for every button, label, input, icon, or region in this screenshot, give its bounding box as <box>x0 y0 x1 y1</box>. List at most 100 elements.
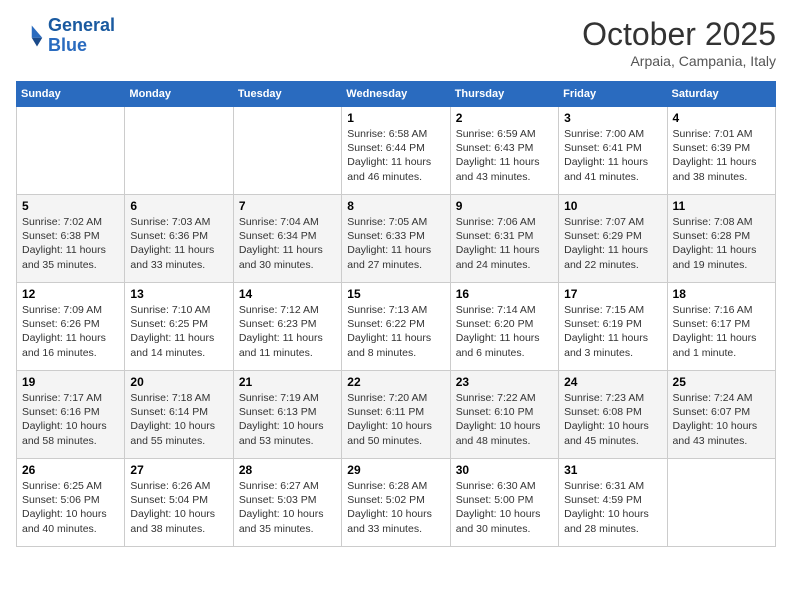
day-info: Sunrise: 7:03 AMSunset: 6:36 PMDaylight:… <box>130 215 227 272</box>
day-number: 22 <box>347 375 444 389</box>
day-info: Sunrise: 7:18 AMSunset: 6:14 PMDaylight:… <box>130 391 227 448</box>
calendar-cell: 17Sunrise: 7:15 AMSunset: 6:19 PMDayligh… <box>559 283 667 371</box>
week-row-3: 12Sunrise: 7:09 AMSunset: 6:26 PMDayligh… <box>17 283 776 371</box>
day-number: 8 <box>347 199 444 213</box>
day-number: 19 <box>22 375 119 389</box>
logo-text: General Blue <box>48 16 115 56</box>
day-number: 25 <box>673 375 770 389</box>
weekday-header-thursday: Thursday <box>450 82 558 107</box>
weekday-header-friday: Friday <box>559 82 667 107</box>
calendar-cell: 1Sunrise: 6:58 AMSunset: 6:44 PMDaylight… <box>342 107 450 195</box>
calendar-cell: 5 Sunrise: 7:02 AMSunset: 6:38 PMDaylight… <box>17 195 125 283</box>
calendar-cell: 4 Sunrise: 7:01 AMSunset: 6:39 PMDaylight… <box>667 107 775 195</box>
calendar-table: SundayMondayTuesdayWednesdayThursdayFrid… <box>16 81 776 547</box>
day-info: Sunrise: 7:17 AMSunset: 6:16 PMDaylight:… <box>22 391 119 448</box>
week-row-4: 19 Sunrise: 7:17 AMSunset: 6:16 PMDayligh… <box>17 371 776 459</box>
location-subtitle: Arpaia, Campania, Italy <box>582 53 776 69</box>
calendar-cell <box>125 107 233 195</box>
day-number: 7 <box>239 199 336 213</box>
week-row-5: 26Sunrise: 6:25 AMSunset: 5:06 PMDayligh… <box>17 459 776 547</box>
calendar-cell: 30 Sunrise: 6:30 AMSunset: 5:00 PMDayligh… <box>450 459 558 547</box>
calendar-cell: 24 Sunrise: 7:23 AMSunset: 6:08 PMDayligh… <box>559 371 667 459</box>
day-info: Sunrise: 6:25 AMSunset: 5:06 PMDaylight:… <box>22 479 119 536</box>
calendar-cell: 2 Sunrise: 6:59 AMSunset: 6:43 PMDaylight… <box>450 107 558 195</box>
day-number: 11 <box>673 199 770 213</box>
weekday-header-tuesday: Tuesday <box>233 82 341 107</box>
calendar-cell: 12Sunrise: 7:09 AMSunset: 6:26 PMDayligh… <box>17 283 125 371</box>
day-info: Sunrise: 7:20 AMSunset: 6:11 PMDaylight:… <box>347 391 444 448</box>
day-number: 10 <box>564 199 661 213</box>
day-number: 21 <box>239 375 336 389</box>
calendar-cell: 26Sunrise: 6:25 AMSunset: 5:06 PMDayligh… <box>17 459 125 547</box>
calendar-cell: 16Sunrise: 7:14 AMSunset: 6:20 PMDayligh… <box>450 283 558 371</box>
weekday-header-wednesday: Wednesday <box>342 82 450 107</box>
weekday-header-saturday: Saturday <box>667 82 775 107</box>
day-info: Sunrise: 7:10 AMSunset: 6:25 PMDaylight:… <box>130 303 227 360</box>
logo-line1: General <box>48 15 115 35</box>
day-info: Sunrise: 7:19 AMSunset: 6:13 PMDaylight:… <box>239 391 336 448</box>
day-info: Sunrise: 7:02 AMSunset: 6:38 PMDaylight:… <box>22 215 119 272</box>
day-info: Sunrise: 6:31 AMSunset: 4:59 PMDaylight:… <box>564 479 661 536</box>
day-info: Sunrise: 6:58 AMSunset: 6:44 PMDaylight:… <box>347 127 444 184</box>
calendar-cell <box>233 107 341 195</box>
calendar-cell: 3 Sunrise: 7:00 AMSunset: 6:41 PMDaylight… <box>559 107 667 195</box>
calendar-cell: 11 Sunrise: 7:08 AMSunset: 6:28 PMDayligh… <box>667 195 775 283</box>
day-number: 23 <box>456 375 553 389</box>
day-info: Sunrise: 7:07 AMSunset: 6:29 PMDaylight:… <box>564 215 661 272</box>
day-number: 28 <box>239 463 336 477</box>
calendar-cell: 7 Sunrise: 7:04 AMSunset: 6:34 PMDaylight… <box>233 195 341 283</box>
day-info: Sunrise: 6:26 AMSunset: 5:04 PMDaylight:… <box>130 479 227 536</box>
weekday-header-row: SundayMondayTuesdayWednesdayThursdayFrid… <box>17 82 776 107</box>
day-number: 12 <box>22 287 119 301</box>
calendar-cell: 9Sunrise: 7:06 AMSunset: 6:31 PMDaylight… <box>450 195 558 283</box>
day-number: 29 <box>347 463 444 477</box>
weekday-header-sunday: Sunday <box>17 82 125 107</box>
calendar-cell: 28 Sunrise: 6:27 AMSunset: 5:03 PMDayligh… <box>233 459 341 547</box>
day-info: Sunrise: 6:27 AMSunset: 5:03 PMDaylight:… <box>239 479 336 536</box>
day-number: 31 <box>564 463 661 477</box>
day-number: 5 <box>22 199 119 213</box>
logo-line2: Blue <box>48 35 87 55</box>
day-number: 4 <box>673 111 770 125</box>
day-number: 24 <box>564 375 661 389</box>
calendar-cell: 22 Sunrise: 7:20 AMSunset: 6:11 PMDayligh… <box>342 371 450 459</box>
day-number: 3 <box>564 111 661 125</box>
day-info: Sunrise: 7:05 AMSunset: 6:33 PMDaylight:… <box>347 215 444 272</box>
day-number: 30 <box>456 463 553 477</box>
day-number: 20 <box>130 375 227 389</box>
day-info: Sunrise: 6:59 AMSunset: 6:43 PMDaylight:… <box>456 127 553 184</box>
logo-icon <box>16 22 44 50</box>
calendar-cell: 29Sunrise: 6:28 AMSunset: 5:02 PMDayligh… <box>342 459 450 547</box>
calendar-cell: 6 Sunrise: 7:03 AMSunset: 6:36 PMDaylight… <box>125 195 233 283</box>
calendar-cell <box>17 107 125 195</box>
day-info: Sunrise: 7:04 AMSunset: 6:34 PMDaylight:… <box>239 215 336 272</box>
day-info: Sunrise: 7:13 AMSunset: 6:22 PMDaylight:… <box>347 303 444 360</box>
day-number: 27 <box>130 463 227 477</box>
week-row-2: 5 Sunrise: 7:02 AMSunset: 6:38 PMDaylight… <box>17 195 776 283</box>
calendar-cell: 15 Sunrise: 7:13 AMSunset: 6:22 PMDayligh… <box>342 283 450 371</box>
day-number: 2 <box>456 111 553 125</box>
logo: General Blue <box>16 16 115 56</box>
day-info: Sunrise: 6:30 AMSunset: 5:00 PMDaylight:… <box>456 479 553 536</box>
calendar-cell: 13Sunrise: 7:10 AMSunset: 6:25 PMDayligh… <box>125 283 233 371</box>
day-number: 15 <box>347 287 444 301</box>
calendar-cell: 23Sunrise: 7:22 AMSunset: 6:10 PMDayligh… <box>450 371 558 459</box>
day-info: Sunrise: 7:24 AMSunset: 6:07 PMDaylight:… <box>673 391 770 448</box>
day-info: Sunrise: 7:15 AMSunset: 6:19 PMDaylight:… <box>564 303 661 360</box>
calendar-cell: 19 Sunrise: 7:17 AMSunset: 6:16 PMDayligh… <box>17 371 125 459</box>
day-info: Sunrise: 7:23 AMSunset: 6:08 PMDaylight:… <box>564 391 661 448</box>
calendar-cell: 31 Sunrise: 6:31 AMSunset: 4:59 PMDayligh… <box>559 459 667 547</box>
day-info: Sunrise: 7:08 AMSunset: 6:28 PMDaylight:… <box>673 215 770 272</box>
calendar-cell: 8 Sunrise: 7:05 AMSunset: 6:33 PMDaylight… <box>342 195 450 283</box>
day-number: 6 <box>130 199 227 213</box>
weekday-header-monday: Monday <box>125 82 233 107</box>
day-info: Sunrise: 7:01 AMSunset: 6:39 PMDaylight:… <box>673 127 770 184</box>
calendar-cell <box>667 459 775 547</box>
day-number: 9 <box>456 199 553 213</box>
calendar-cell: 27 Sunrise: 6:26 AMSunset: 5:04 PMDayligh… <box>125 459 233 547</box>
calendar-cell: 10 Sunrise: 7:07 AMSunset: 6:29 PMDayligh… <box>559 195 667 283</box>
day-info: Sunrise: 7:00 AMSunset: 6:41 PMDaylight:… <box>564 127 661 184</box>
week-row-1: 1Sunrise: 6:58 AMSunset: 6:44 PMDaylight… <box>17 107 776 195</box>
day-number: 16 <box>456 287 553 301</box>
calendar-cell: 25 Sunrise: 7:24 AMSunset: 6:07 PMDayligh… <box>667 371 775 459</box>
